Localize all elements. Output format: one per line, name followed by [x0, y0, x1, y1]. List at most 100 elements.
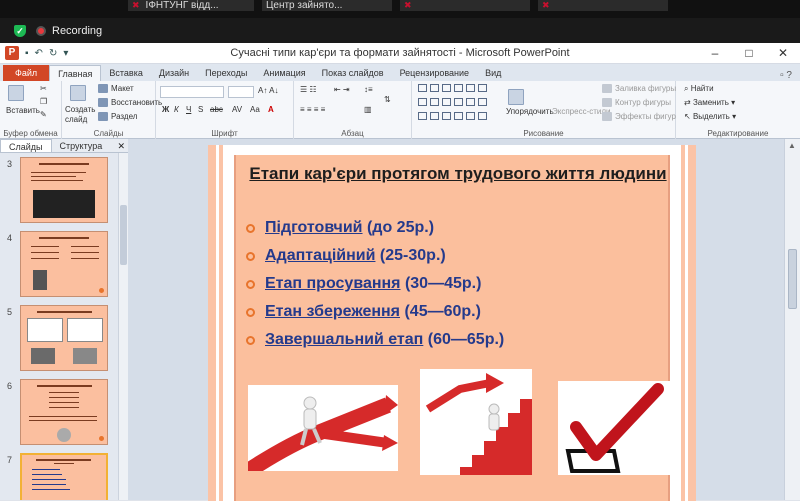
paste-button[interactable]: Вставить [6, 106, 40, 115]
tab-slides[interactable]: Слайды [0, 139, 52, 152]
tab-animation[interactable]: Анимация [255, 65, 313, 81]
slide-thumbnail-3[interactable] [20, 157, 108, 223]
new-slide-icon[interactable] [70, 85, 89, 101]
thumb-diagram [33, 190, 95, 218]
spacing-icon[interactable]: AV [232, 105, 242, 114]
bullet-range: (до 25р.) [366, 219, 435, 236]
minimize-button[interactable]: – [698, 43, 732, 64]
shape-outline-button[interactable]: Контур фигуры [602, 98, 671, 108]
shape-effects-button[interactable]: Эффекты фигур [602, 112, 676, 122]
video-tile[interactable]: ✖ ІФНТУНГ відд... [128, 0, 254, 11]
thumbnails-scrollbar[interactable] [118, 153, 128, 500]
case-icon[interactable]: Aa [250, 105, 260, 114]
scroll-thumb[interactable] [120, 205, 127, 265]
tab-review[interactable]: Рецензирование [392, 65, 478, 81]
tab-file[interactable]: Файл [3, 65, 50, 81]
maximize-button[interactable]: □ [732, 43, 766, 64]
arrange-button[interactable]: Упорядочить [506, 107, 554, 116]
underline-icon[interactable]: Ч [186, 105, 191, 114]
help-icon[interactable]: ▫ ? [780, 70, 792, 81]
thumb-title [37, 385, 92, 387]
slide-thumbnails: 3 4 5 6 7 [0, 153, 128, 500]
tab-home[interactable]: Главная [49, 65, 102, 81]
align-icons[interactable]: ≡ ≡ ≡ ≡ [300, 105, 325, 114]
security-indicator[interactable]: ✓ [14, 24, 26, 37]
career-paths-picture[interactable] [248, 385, 398, 471]
select-button[interactable]: ↖ Выделить ▾ [684, 112, 736, 121]
slide[interactable]: Етапи кар'єри протягом трудового життя л… [208, 145, 696, 501]
font-name-select[interactable] [160, 86, 224, 98]
paste-icon[interactable] [8, 85, 27, 101]
line-spacing-icon[interactable]: ↕≡ [364, 85, 373, 94]
bullet-item[interactable]: Адаптаційний (25-30р.) [246, 247, 446, 265]
shapes-gallery[interactable] [418, 84, 490, 94]
columns-icon[interactable]: ▥ [364, 105, 372, 114]
slide-title[interactable]: Етапи кар'єри протягом трудового життя л… [248, 163, 668, 184]
bullet-name: Завершальний етап [265, 331, 424, 348]
format-painter-icon[interactable]: ✎ [40, 110, 47, 119]
font-color-icon[interactable]: A [268, 105, 274, 114]
reset-button[interactable]: Восстановить [98, 98, 163, 108]
tab-design[interactable]: Дизайн [151, 65, 197, 81]
slides-group: Создать слайд Макет Восстановить Раздел … [62, 81, 162, 139]
strikethrough-icon[interactable]: abc [210, 105, 223, 114]
thumb-title [39, 163, 89, 165]
shapes-gallery-row2[interactable] [418, 98, 490, 108]
section-button[interactable]: Раздел [98, 112, 138, 122]
slide-thumbnail-6[interactable] [20, 379, 108, 445]
slide-thumbnail-7-selected[interactable] [20, 453, 108, 500]
video-tiles-strip: ✖ ІФНТУНГ відд... Центр зайнято... ✖ ✖ [0, 0, 800, 18]
text-direction-icon[interactable]: ⇅ [384, 95, 391, 104]
shape-fill-button[interactable]: Заливка фигуры [602, 84, 676, 94]
layout-button[interactable]: Макет [98, 84, 134, 94]
slide-scrollbar[interactable]: ▲ [784, 139, 800, 500]
tab-insert[interactable]: Вставка [101, 65, 150, 81]
slide-title-text: Етапи кар'єри протягом трудового життя л… [249, 164, 667, 183]
video-tile[interactable]: ✖ [538, 0, 668, 11]
thumb-number: 3 [7, 159, 13, 169]
redo-icon[interactable]: ↻ [49, 48, 57, 59]
grow-font-icon[interactable]: A↑ A↓ [258, 86, 278, 95]
cut-icon[interactable]: ✂ [40, 84, 47, 93]
bullet-item[interactable]: Етап просування (30—45р.) [246, 275, 481, 293]
reset-label: Восстановить [111, 98, 163, 107]
shapes-gallery-row3[interactable] [418, 112, 490, 122]
bullet-item[interactable]: Етан збереження (45—60р.) [246, 303, 481, 321]
font-group: A↑ A↓ Ж К Ч S abc AV Aa A Шрифт [156, 81, 294, 139]
tab-transitions[interactable]: Переходы [197, 65, 255, 81]
scroll-thumb[interactable] [788, 249, 797, 309]
undo-icon[interactable]: ↶ [35, 48, 43, 59]
font-size-select[interactable] [228, 86, 254, 98]
tab-outline[interactable]: Структура [52, 139, 111, 152]
slide-thumbnail-5[interactable] [20, 305, 108, 371]
scroll-up-arrow-icon[interactable]: ▲ [788, 141, 796, 150]
italic-icon[interactable]: К [174, 105, 179, 114]
bullets-icon[interactable]: ☰ ☷ [300, 85, 317, 94]
close-panel-icon[interactable]: ✕ [117, 139, 125, 152]
slide-thumbnail-4[interactable] [20, 231, 108, 297]
save-icon[interactable]: ▪ [25, 48, 29, 59]
indent-icon[interactable]: ⇤ ⇥ [334, 85, 350, 94]
checkmark-picture[interactable] [558, 381, 670, 475]
select-icon: ↖ [684, 112, 693, 121]
quick-access-dropdown-icon[interactable]: ▾ [63, 48, 68, 59]
section-label: Раздел [111, 112, 138, 121]
copy-icon[interactable]: ❐ [40, 97, 47, 106]
thumb-number: 5 [7, 307, 13, 317]
bullet-range: (45—60р.) [404, 303, 481, 320]
tab-slideshow[interactable]: Показ слайдов [314, 65, 392, 81]
shadow-icon[interactable]: S [198, 105, 203, 114]
close-button[interactable]: ✕ [766, 43, 800, 64]
bullet-marker-icon [246, 223, 255, 233]
video-tile[interactable]: Центр зайнято... [262, 0, 392, 11]
bullet-item[interactable]: Завершальний етап (60—65р.) [246, 331, 504, 349]
arrange-icon[interactable] [508, 89, 527, 105]
find-button[interactable]: ⌕ Найти [684, 84, 714, 94]
new-slide-button[interactable]: Создать слайд [65, 105, 101, 125]
stairs-arrow-picture[interactable] [420, 369, 532, 475]
bullet-item[interactable]: Підготовчий (до 25р.) [246, 219, 434, 237]
replace-button[interactable]: ⇄ Заменить ▾ [684, 98, 735, 107]
bold-icon[interactable]: Ж [162, 105, 169, 114]
video-tile[interactable]: ✖ [400, 0, 530, 11]
tab-view[interactable]: Вид [477, 65, 509, 81]
